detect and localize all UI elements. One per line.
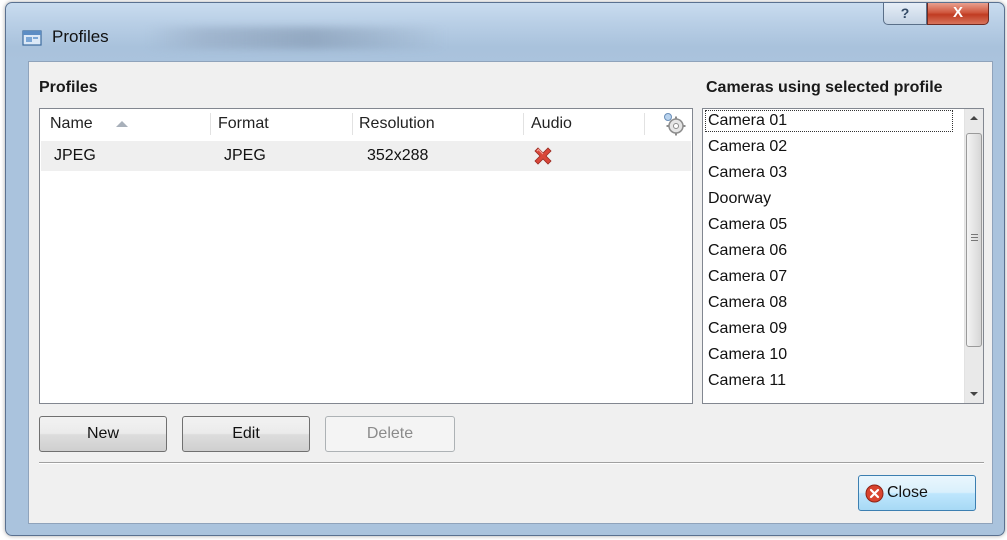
cameras-list[interactable]: Camera 01 Camera 02 Camera 03 Doorway Ca… bbox=[702, 108, 984, 404]
cameras-list-scrollbar[interactable] bbox=[964, 109, 983, 403]
close-button-label: Close bbox=[887, 484, 928, 501]
column-header-name[interactable]: Name bbox=[50, 109, 93, 139]
camera-list-item[interactable]: Camera 05 bbox=[705, 214, 953, 236]
title-bar[interactable]: Profiles bbox=[6, 3, 1004, 63]
camera-list-item[interactable]: Camera 09 bbox=[705, 318, 953, 340]
edit-button[interactable]: Edit bbox=[182, 416, 310, 452]
sort-ascending-icon bbox=[116, 121, 128, 127]
column-settings-gear-icon[interactable] bbox=[662, 112, 686, 136]
cell-name: JPEG bbox=[54, 147, 96, 164]
column-separator bbox=[523, 113, 524, 135]
camera-list-item[interactable]: Camera 06 bbox=[705, 240, 953, 262]
camera-list-item[interactable]: Doorway bbox=[705, 188, 953, 210]
profiles-window-icon bbox=[22, 30, 42, 46]
help-button[interactable]: ? bbox=[883, 3, 927, 25]
camera-list-item[interactable]: Camera 08 bbox=[705, 292, 953, 314]
delete-button[interactable]: Delete bbox=[325, 416, 455, 452]
column-header-resolution[interactable]: Resolution bbox=[359, 109, 435, 139]
divider bbox=[39, 462, 984, 464]
window-title: Profiles bbox=[52, 27, 109, 46]
new-button[interactable]: New bbox=[39, 416, 167, 452]
scrollbar-thumb[interactable] bbox=[966, 133, 982, 347]
title-bar-background bbox=[146, 27, 446, 49]
column-header-format[interactable]: Format bbox=[218, 109, 269, 139]
column-separator bbox=[644, 113, 645, 135]
profiles-heading: Profiles bbox=[39, 79, 98, 96]
cameras-heading: Cameras using selected profile bbox=[706, 79, 943, 96]
dialog-body: Profiles Cameras using selected profile … bbox=[28, 61, 993, 524]
audio-disabled-x-icon bbox=[534, 147, 552, 165]
camera-list-item[interactable]: Camera 11 bbox=[705, 370, 953, 392]
close-button[interactable]: Close bbox=[858, 475, 976, 511]
column-separator bbox=[352, 113, 353, 135]
profiles-list-header: Name Format Resolution Audio bbox=[40, 109, 692, 139]
column-separator bbox=[210, 113, 211, 135]
scrollbar-grip-icon bbox=[971, 234, 978, 243]
scroll-up-arrow-icon[interactable] bbox=[965, 109, 983, 127]
profiles-window: Profiles ? X Profiles Cameras using sele… bbox=[5, 2, 1005, 536]
camera-list-item[interactable]: Camera 07 bbox=[705, 266, 953, 288]
cell-format: JPEG bbox=[224, 147, 266, 164]
camera-list-item[interactable]: Camera 02 bbox=[705, 136, 953, 158]
scroll-down-arrow-icon[interactable] bbox=[965, 385, 983, 403]
close-circle-icon bbox=[865, 484, 884, 503]
window-close-button[interactable]: X bbox=[927, 3, 989, 25]
camera-list-item[interactable]: Camera 10 bbox=[705, 344, 953, 366]
column-header-audio[interactable]: Audio bbox=[531, 109, 572, 139]
camera-list-item[interactable]: Camera 01 bbox=[705, 110, 953, 132]
profiles-list[interactable]: Name Format Resolution Audio JPEG JPEG 3… bbox=[39, 108, 693, 404]
profile-row-jpeg[interactable]: JPEG JPEG 352x288 bbox=[41, 141, 691, 171]
cell-resolution: 352x288 bbox=[367, 147, 429, 164]
camera-list-item[interactable]: Camera 03 bbox=[705, 162, 953, 184]
